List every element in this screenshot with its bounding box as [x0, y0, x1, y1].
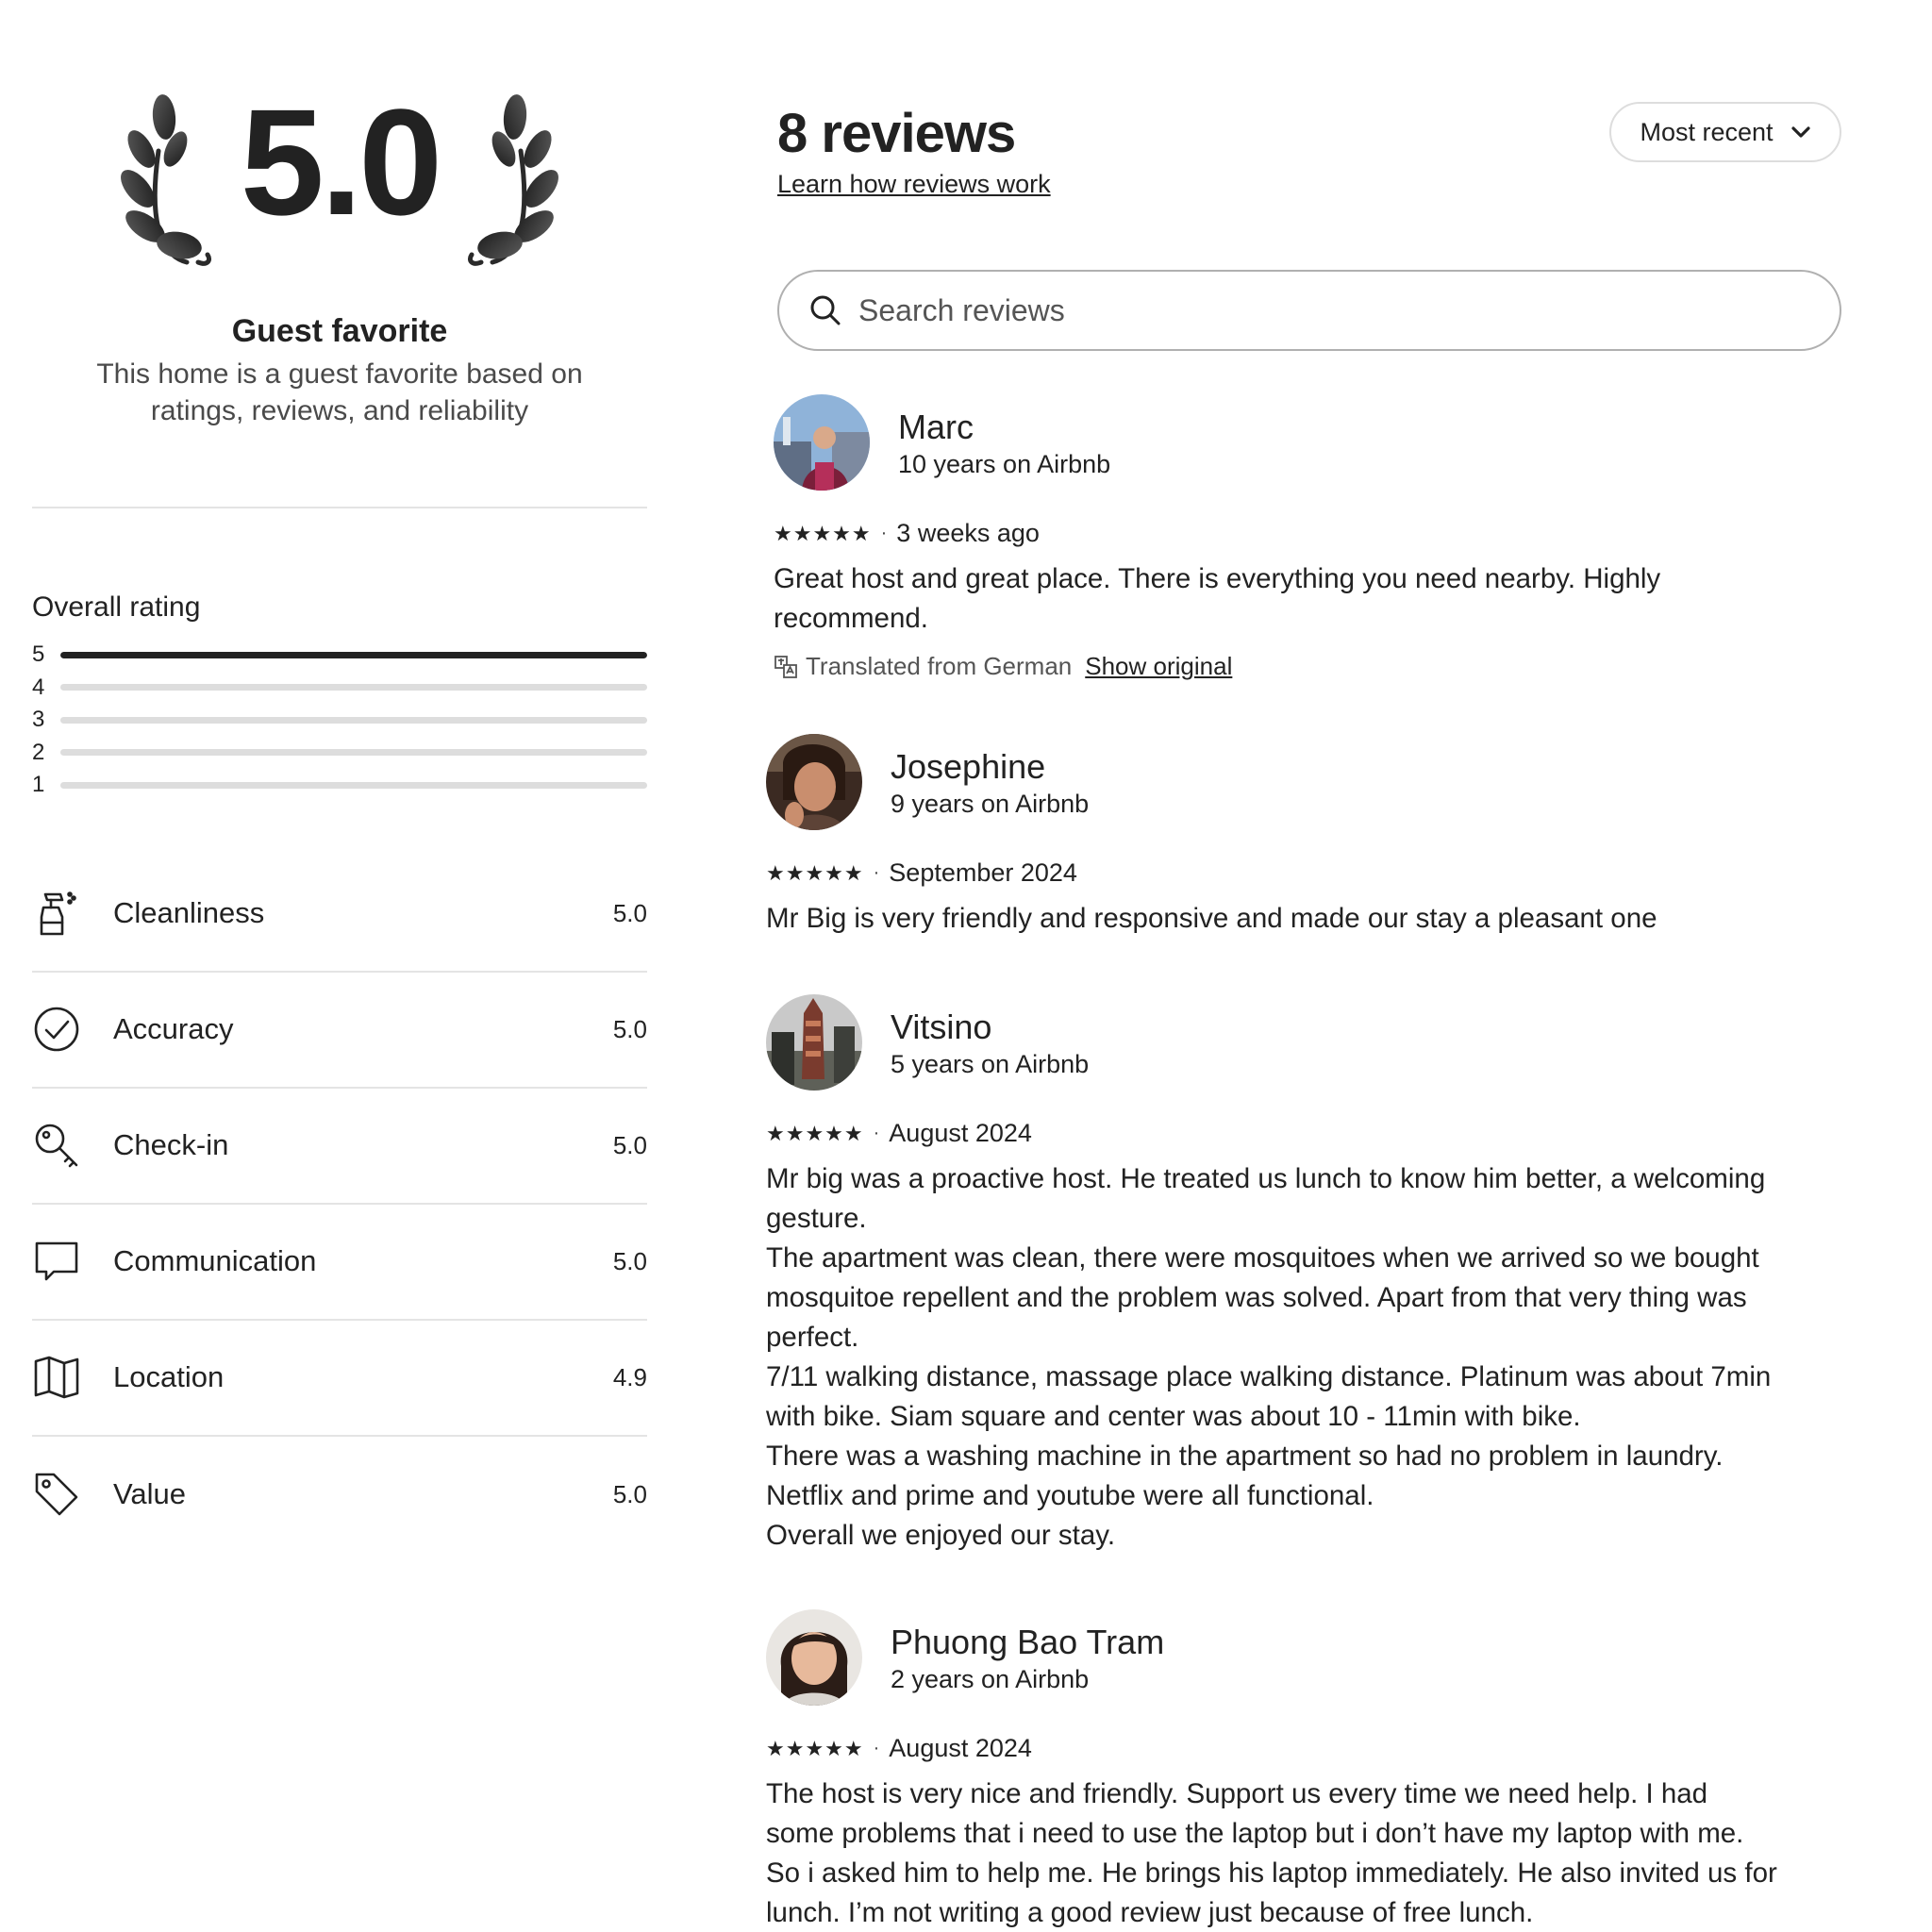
category-value: 5.0: [612, 1246, 647, 1275]
review-text: Mr Big is very friendly and responsive a…: [766, 903, 1657, 934]
reviewer-tenure: 2 years on Airbnb: [891, 1664, 1090, 1693]
meta-separator: ·: [873, 1738, 880, 1758]
rating-bar-track: [60, 651, 647, 658]
star-rating: ★★★★★: [774, 521, 872, 545]
search-icon: [810, 295, 841, 325]
rating-bar-track: [60, 781, 647, 789]
category-label: Check-in: [113, 1128, 229, 1161]
rating-bar-label: 5: [32, 641, 45, 668]
learn-how-reviews-work-link[interactable]: Learn how reviews work: [777, 170, 1051, 199]
category-value: 5.0: [612, 898, 647, 927]
star-rating: ★★★★★: [766, 860, 864, 885]
key-icon: [32, 1121, 81, 1170]
rating-bar-track: [60, 684, 647, 691]
sort-dropdown-label: Most recent: [1640, 117, 1774, 146]
rating-bar-label: 1: [32, 772, 45, 798]
reviewer-name[interactable]: Phuong Bao Tram: [891, 1622, 1164, 1663]
meta-separator: ·: [873, 862, 880, 883]
translated-from-label: Translated from German: [806, 652, 1073, 680]
divider: [32, 507, 647, 508]
reviewer-name[interactable]: Vitsino: [891, 1007, 1089, 1048]
category-row-location: Location 4.9: [32, 1321, 647, 1437]
review-item: Vitsino 5 years on Airbnb ★★★★★ · August…: [766, 994, 1841, 1556]
category-ratings: Cleanliness 5.0 Accuracy 5.0 Check-in 5.…: [32, 857, 647, 1553]
category-label: Accuracy: [113, 1012, 234, 1045]
translate-icon: [774, 655, 797, 678]
rating-bar-row: 5: [32, 639, 647, 672]
category-row-value: Value 5.0: [32, 1437, 647, 1553]
guest-favorite-title: Guest favorite: [231, 313, 448, 349]
reviewer-tenure: 10 years on Airbnb: [898, 449, 1111, 478]
category-label: Cleanliness: [113, 896, 265, 929]
rating-bar-row: 3: [32, 704, 647, 737]
category-row-check-in: Check-in 5.0: [32, 1089, 647, 1205]
rating-bar-label: 2: [32, 739, 45, 765]
review-date: September 2024: [889, 858, 1077, 887]
review-text: Great host and great place. There is eve…: [774, 563, 1661, 634]
search-input[interactable]: [858, 292, 1707, 328]
reviewer-tenure: 9 years on Airbnb: [891, 789, 1090, 818]
category-label: Location: [113, 1360, 225, 1393]
category-row-communication: Communication 5.0: [32, 1205, 647, 1321]
category-label: Communication: [113, 1244, 317, 1277]
star-rating: ★★★★★: [766, 1736, 864, 1760]
rating-bar-fill: [60, 651, 647, 658]
meta-separator: ·: [880, 523, 888, 543]
review-item: Marc 10 years on Airbnb ★★★★★ · 3 weeks …: [774, 394, 1849, 681]
review-item: Phuong Bao Tram 2 years on Airbnb ★★★★★ …: [766, 1609, 1841, 1932]
rating-bar-track: [60, 716, 647, 724]
category-value: 5.0: [612, 1130, 647, 1159]
reviewer-avatar[interactable]: [766, 734, 862, 830]
price-tag-icon: [32, 1470, 81, 1519]
map-icon: [32, 1353, 81, 1402]
review-text: Mr big was a proactive host. He treated …: [766, 1163, 1772, 1551]
rating-distribution: 5 4 3 2 1: [32, 639, 647, 802]
sort-dropdown[interactable]: Most recent: [1609, 102, 1841, 162]
category-value: 5.0: [612, 1014, 647, 1043]
category-value: 5.0: [612, 1479, 647, 1508]
reviewer-tenure: 5 years on Airbnb: [891, 1049, 1090, 1078]
reviewer-avatar[interactable]: [774, 394, 870, 491]
review-date: August 2024: [889, 1119, 1032, 1147]
subtitle-line: This home is a guest favorite based on: [96, 358, 583, 390]
rating-summary-panel: 5.0 Guest favorite This home is a guest …: [32, 0, 647, 1553]
guest-favorite-badge: 5.0: [32, 0, 647, 302]
spray-bottle-icon: [32, 889, 81, 938]
review-date: 3 weeks ago: [896, 519, 1040, 547]
rating-bar-label: 3: [32, 707, 45, 733]
rating-bar-row: 2: [32, 737, 647, 770]
subtitle-line: ratings, reviews, and reliability: [150, 395, 529, 426]
review-date: August 2024: [889, 1734, 1032, 1762]
reviewer-name[interactable]: Marc: [898, 407, 1110, 448]
reviewer-name[interactable]: Josephine: [891, 746, 1089, 788]
search-reviews-box[interactable]: [777, 270, 1841, 351]
rating-bar-row: 4: [32, 672, 647, 705]
chat-bubble-icon: [32, 1237, 81, 1286]
category-row-accuracy: Accuracy 5.0: [32, 973, 647, 1089]
reviewer-avatar[interactable]: [766, 1609, 862, 1706]
meta-separator: ·: [873, 1123, 880, 1143]
guest-favorite-subtitle: This home is a guest favorite based on r…: [32, 356, 647, 429]
review-item: Josephine 9 years on Airbnb ★★★★★ · Sept…: [766, 734, 1841, 939]
rating-bar-row: 1: [32, 769, 647, 802]
laurel-right-icon: [468, 94, 558, 266]
star-rating: ★★★★★: [766, 1121, 864, 1145]
review-text: The host is very nice and friendly. Supp…: [766, 1778, 1777, 1928]
category-label: Value: [113, 1477, 186, 1510]
overall-rating-label: Overall rating: [32, 591, 201, 623]
reviews-count-title: 8 reviews: [777, 103, 1016, 164]
check-circle-icon: [32, 1005, 81, 1054]
reviewer-avatar[interactable]: [766, 994, 862, 1091]
chevron-down-icon: [1790, 126, 1810, 138]
category-row-cleanliness: Cleanliness 5.0: [32, 857, 647, 973]
rating-bar-track: [60, 749, 647, 757]
show-original-link[interactable]: Show original: [1085, 652, 1232, 681]
category-value: 4.9: [612, 1362, 647, 1391]
rating-bar-label: 4: [32, 674, 45, 700]
translation-note: Translated from German Show original: [774, 652, 1849, 681]
